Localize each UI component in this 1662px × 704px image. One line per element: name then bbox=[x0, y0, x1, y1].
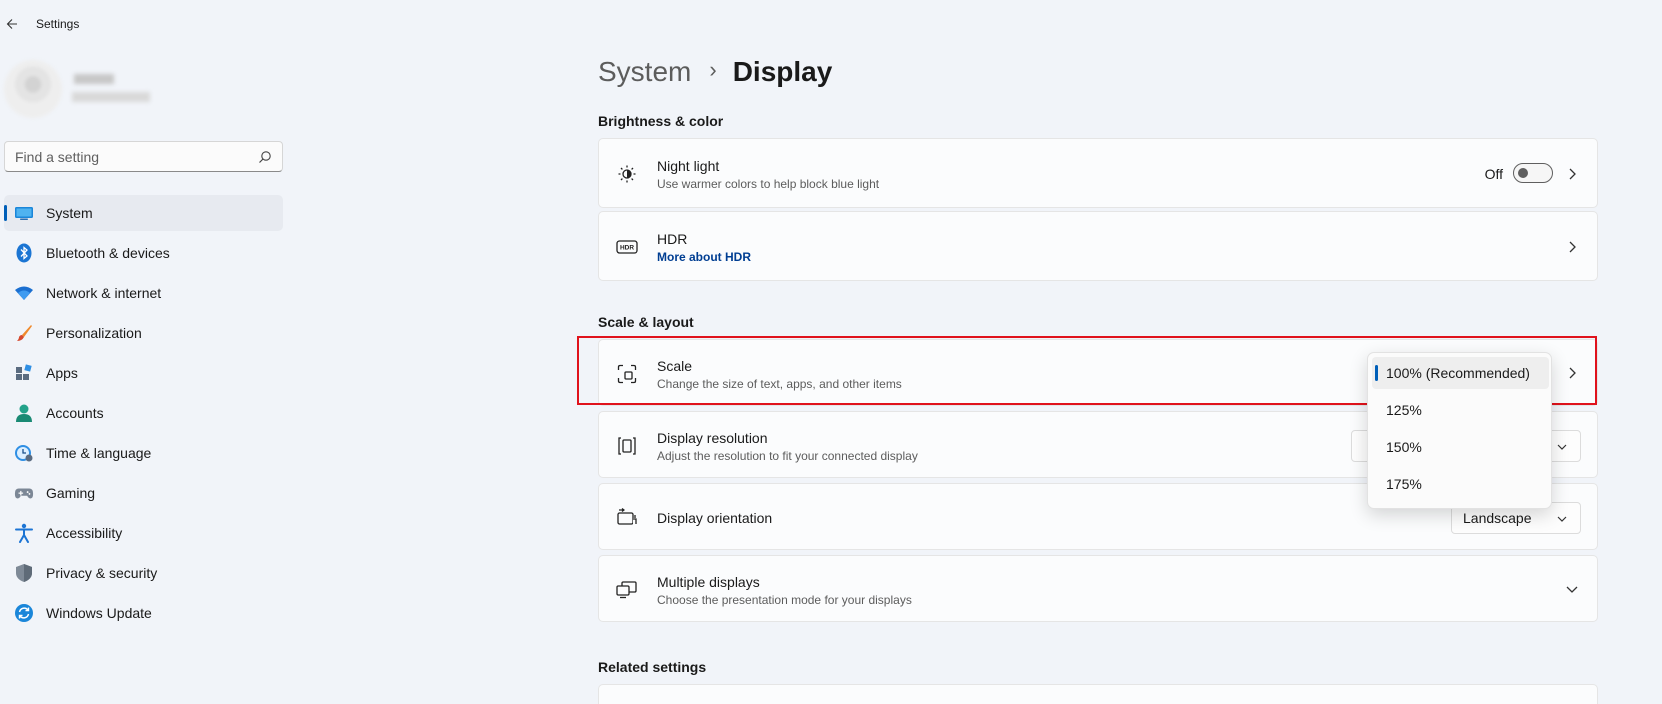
chevron-right-icon bbox=[1569, 168, 1576, 180]
breadcrumb-separator: › bbox=[709, 57, 717, 82]
night-light-toggle[interactable] bbox=[1513, 163, 1553, 183]
multiple-displays-title: Multiple displays bbox=[657, 574, 760, 590]
search-input[interactable] bbox=[15, 148, 258, 165]
sidebar-item-privacy[interactable]: Privacy & security bbox=[4, 555, 283, 591]
scale-subtitle: Change the size of text, apps, and other… bbox=[657, 377, 902, 391]
bluetooth-icon bbox=[14, 243, 34, 263]
accessibility-icon bbox=[14, 523, 34, 543]
chevron-down-icon bbox=[1557, 516, 1567, 522]
search-box[interactable] bbox=[4, 141, 283, 172]
sidebar-item-label: Accessibility bbox=[46, 525, 123, 541]
scale-option-label: 175% bbox=[1386, 476, 1422, 492]
breadcrumb: System › Display bbox=[598, 56, 832, 88]
scale-option-150[interactable]: 150% bbox=[1372, 431, 1549, 463]
sidebar-item-bluetooth[interactable]: Bluetooth & devices bbox=[4, 235, 283, 271]
sidebar-nav: System Bluetooth & devices Network & int… bbox=[4, 195, 283, 635]
section-scale-layout: Scale & layout bbox=[598, 314, 694, 330]
chevron-down-icon[interactable] bbox=[1565, 582, 1579, 596]
scale-option-label: 100% (Recommended) bbox=[1386, 365, 1530, 381]
brush-icon bbox=[14, 323, 34, 343]
more-about-hdr-link[interactable]: More about HDR bbox=[657, 250, 751, 264]
scale-icon bbox=[616, 363, 638, 385]
sidebar-item-label: Network & internet bbox=[46, 285, 162, 301]
display-resolution-title: Display resolution bbox=[657, 430, 768, 446]
sidebar-item-gaming[interactable]: Gaming bbox=[4, 475, 283, 511]
multiple-displays-card[interactable]: Multiple displays Choose the presentatio… bbox=[598, 555, 1598, 622]
display-resolution-subtitle: Adjust the resolution to fit your connec… bbox=[657, 449, 918, 463]
display-orientation-value: Landscape bbox=[1463, 510, 1532, 526]
profile-name-redacted bbox=[74, 74, 114, 84]
related-settings-card[interactable] bbox=[598, 684, 1598, 704]
display-orientation-title: Display orientation bbox=[657, 510, 773, 526]
chevron-down-icon bbox=[1557, 444, 1567, 450]
sidebar-item-windows-update[interactable]: Windows Update bbox=[4, 595, 283, 631]
multiple-displays-icon bbox=[616, 579, 638, 601]
chevron-right-icon bbox=[1569, 367, 1576, 379]
apps-icon bbox=[14, 363, 34, 383]
breadcrumb-parent[interactable]: System bbox=[598, 56, 691, 88]
profile-email-redacted bbox=[72, 92, 150, 102]
update-icon bbox=[14, 603, 34, 623]
scale-title: Scale bbox=[657, 358, 693, 374]
night-light-toggle-label: Off bbox=[1484, 166, 1503, 182]
multiple-displays-subtitle: Choose the presentation mode for your di… bbox=[657, 593, 912, 607]
sidebar-item-time-language[interactable]: Time & language bbox=[4, 435, 283, 471]
scale-option-label: 125% bbox=[1386, 402, 1422, 418]
time-language-icon bbox=[14, 443, 34, 463]
shield-icon bbox=[14, 563, 34, 583]
back-button[interactable] bbox=[2, 14, 22, 34]
wifi-icon bbox=[14, 283, 34, 303]
sidebar-item-label: Windows Update bbox=[46, 605, 152, 621]
sidebar-item-system[interactable]: System bbox=[4, 195, 283, 231]
scale-option-125[interactable]: 125% bbox=[1372, 394, 1549, 426]
section-brightness-color: Brightness & color bbox=[598, 113, 724, 129]
hdr-icon: HDR bbox=[616, 236, 638, 258]
section-related-settings: Related settings bbox=[598, 659, 707, 675]
sidebar-item-label: System bbox=[46, 205, 93, 221]
sidebar-item-personalization[interactable]: Personalization bbox=[4, 315, 283, 351]
scale-dropdown-flyout: 100% (Recommended) 125% 150% 175% bbox=[1367, 352, 1552, 509]
sidebar-item-apps[interactable]: Apps bbox=[4, 355, 283, 391]
gamepad-icon bbox=[14, 483, 34, 503]
sidebar-item-label: Accounts bbox=[46, 405, 104, 421]
hdr-card[interactable]: HDR HDR More about HDR bbox=[598, 211, 1598, 281]
back-arrow-icon bbox=[6, 19, 17, 29]
search-icon bbox=[259, 150, 271, 163]
orientation-icon bbox=[616, 507, 638, 529]
night-light-card[interactable]: Night light Use warmer colors to help bl… bbox=[598, 138, 1598, 208]
brightness-icon bbox=[616, 163, 638, 185]
sidebar-item-label: Bluetooth & devices bbox=[46, 245, 170, 261]
night-light-title: Night light bbox=[657, 158, 720, 174]
sidebar-item-label: Personalization bbox=[46, 325, 142, 341]
account-icon bbox=[14, 403, 34, 423]
scale-option-100[interactable]: 100% (Recommended) bbox=[1372, 357, 1549, 389]
resolution-icon bbox=[616, 435, 638, 457]
sidebar-item-network[interactable]: Network & internet bbox=[4, 275, 283, 311]
scale-option-175[interactable]: 175% bbox=[1372, 468, 1549, 500]
sidebar-item-label: Privacy & security bbox=[46, 565, 158, 581]
avatar[interactable] bbox=[4, 60, 62, 118]
sidebar-item-label: Apps bbox=[46, 365, 78, 381]
sidebar-item-label: Gaming bbox=[46, 485, 96, 501]
sidebar-item-accessibility[interactable]: Accessibility bbox=[4, 515, 283, 551]
toggle-knob bbox=[1518, 168, 1528, 178]
chevron-right-icon bbox=[1569, 241, 1576, 253]
page-title: Display bbox=[732, 56, 833, 87]
sidebar-item-label: Time & language bbox=[46, 445, 152, 461]
hdr-title: HDR bbox=[657, 231, 688, 247]
scale-option-label: 150% bbox=[1386, 439, 1422, 455]
night-light-subtitle: Use warmer colors to help block blue lig… bbox=[657, 177, 880, 191]
sidebar-item-accounts[interactable]: Accounts bbox=[4, 395, 283, 431]
svg-text:HDR: HDR bbox=[620, 245, 634, 252]
system-icon bbox=[14, 203, 34, 223]
app-title: Settings bbox=[36, 17, 80, 31]
